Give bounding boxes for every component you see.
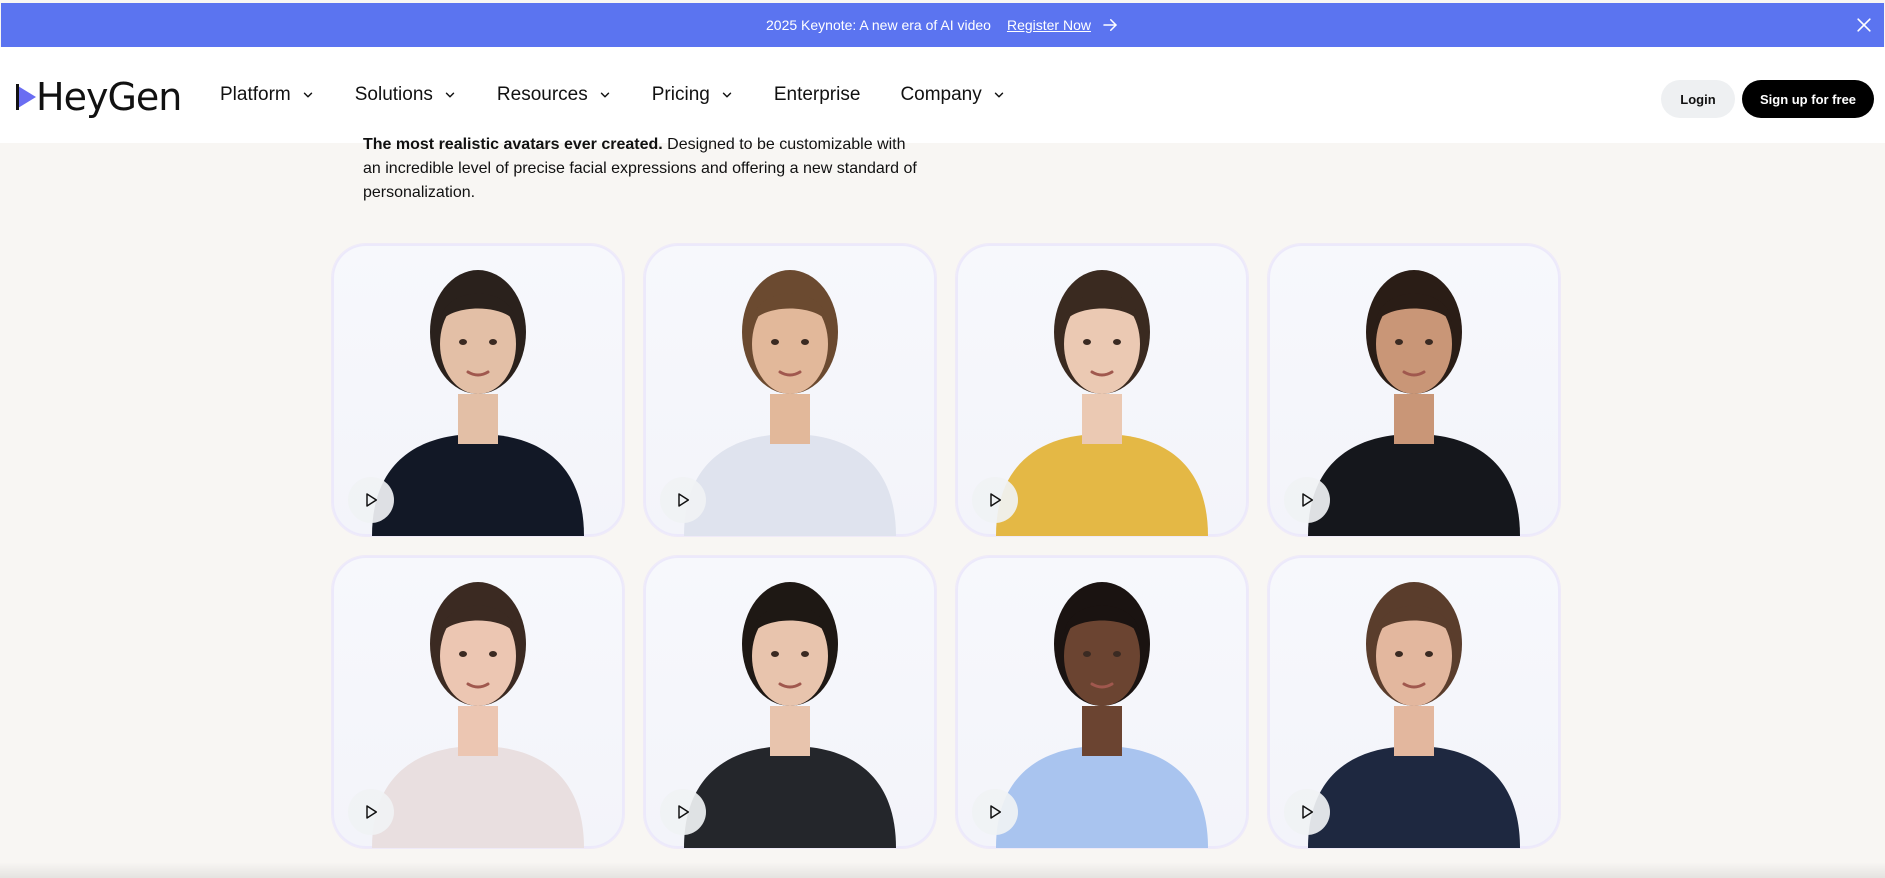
chevron-down-icon <box>303 92 312 98</box>
play-button[interactable] <box>1284 477 1330 523</box>
chevron-down-icon <box>994 92 1003 98</box>
play-icon <box>990 493 1002 507</box>
play-button[interactable] <box>348 477 394 523</box>
intro-bold-text: The most realistic avatars ever created. <box>363 136 663 153</box>
nav-item-resources[interactable]: Resources <box>497 84 612 106</box>
play-icon <box>678 805 690 819</box>
chevron-down-icon <box>722 92 732 98</box>
nav-item-label: Solutions <box>354 84 433 105</box>
avatar-card[interactable] <box>956 556 1248 848</box>
play-button[interactable] <box>972 789 1018 835</box>
sign-up-button[interactable]: Sign up for free <box>1742 80 1874 118</box>
nav-menu: Platform Solutions Resources Pricing Enterpr… <box>220 47 1046 143</box>
nav-item-company[interactable]: Company <box>900 84 1005 106</box>
play-button[interactable] <box>972 477 1018 523</box>
main-nav: HeyGen Platform Solutions Resources Pricing… <box>0 47 1885 143</box>
avatar-card[interactable] <box>332 244 624 536</box>
nav-item-label: Resources <box>496 84 588 105</box>
logo-mark-icon <box>16 84 36 110</box>
avatar-card[interactable] <box>332 556 624 848</box>
announcement-message: 2025 Keynote: A new era of AI video <box>766 17 991 33</box>
nav-item-label: Enterprise <box>773 84 861 105</box>
play-icon <box>366 493 378 507</box>
nav-item-solutions[interactable]: Solutions <box>355 84 457 106</box>
nav-item-label: Platform <box>220 84 291 105</box>
chevron-down-icon <box>600 92 609 98</box>
bottom-shadow <box>0 862 1885 878</box>
register-now-link[interactable]: Register Now <box>1007 17 1091 33</box>
heygen-logo[interactable]: HeyGen <box>16 75 182 119</box>
close-icon[interactable] <box>1854 15 1874 35</box>
nav-item-label: Company <box>900 84 982 105</box>
logo-text: HeyGen <box>36 75 182 119</box>
avatar-card[interactable] <box>1268 244 1560 536</box>
play-icon <box>990 805 1002 819</box>
play-icon <box>1302 805 1314 819</box>
avatar-card[interactable] <box>956 244 1248 536</box>
play-icon <box>1302 493 1314 507</box>
announcement-bar: 2025 Keynote: A new era of AI video Regi… <box>1 3 1884 47</box>
nav-item-platform[interactable]: Platform <box>220 84 315 106</box>
play-button[interactable] <box>1284 789 1330 835</box>
chevron-down-icon <box>445 92 455 98</box>
play-button[interactable] <box>348 789 394 835</box>
play-button[interactable] <box>660 477 706 523</box>
login-button[interactable]: Login <box>1661 80 1735 118</box>
intro-paragraph: The most realistic avatars ever created.… <box>363 133 923 205</box>
nav-item-pricing[interactable]: Pricing <box>652 84 734 106</box>
play-icon <box>678 493 690 507</box>
avatar-card[interactable] <box>644 556 936 848</box>
nav-item-label: Pricing <box>651 84 710 105</box>
play-icon <box>366 805 378 819</box>
play-button[interactable] <box>660 789 706 835</box>
avatar-grid <box>332 244 1562 848</box>
arrow-right-icon[interactable] <box>1101 16 1119 34</box>
avatar-card[interactable] <box>1268 556 1560 848</box>
avatar-card[interactable] <box>644 244 936 536</box>
nav-item-enterprise[interactable]: Enterprise <box>774 84 861 106</box>
